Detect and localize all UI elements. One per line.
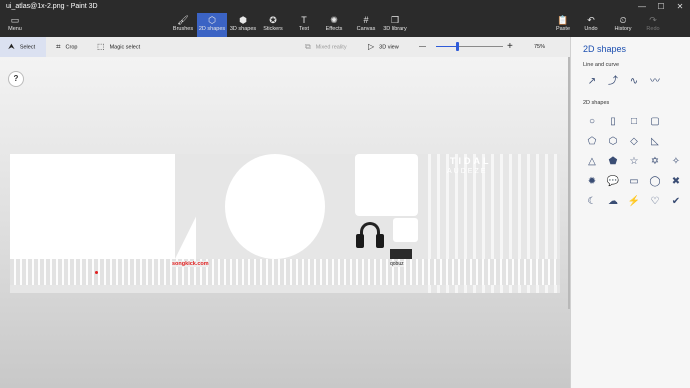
thought-bubble-shape-icon[interactable]: ◯ <box>648 175 662 189</box>
text-icon: T <box>301 15 307 25</box>
circle-shape-icon[interactable]: ○ <box>585 115 599 129</box>
rounded-square-shape-icon[interactable]: ▢ <box>648 115 662 129</box>
right-triangle-shape-icon[interactable]: ◺ <box>648 135 662 149</box>
small-white-square <box>393 218 418 242</box>
headphone-cup-right <box>376 234 384 248</box>
3d-shapes-icon: ⬢ <box>239 15 247 25</box>
square-shape-icon[interactable]: □ <box>627 115 641 129</box>
title-bar: ui_atlas@1x-2.png - Paint 3D — ☐ ✕ <box>0 0 690 13</box>
line-curve-heading: Line and curve <box>583 62 620 68</box>
star-shape-icon[interactable]: ☆ <box>627 155 641 169</box>
callout-shape-icon[interactable]: ▭ <box>627 175 641 189</box>
crop-icon: ⌗ <box>56 42 61 51</box>
tab-text[interactable]: T Text <box>292 13 316 37</box>
headphone-cup-left <box>356 234 364 248</box>
icon-row <box>10 259 560 285</box>
folder-icon: ▭ <box>10 15 20 25</box>
menu-button[interactable]: ▭ Menu <box>4 13 26 37</box>
tab-canvas[interactable]: # Canvas <box>354 13 378 37</box>
lightning-shape-icon[interactable]: ⚡ <box>627 195 641 209</box>
six-point-star-shape-icon[interactable]: ✡ <box>648 155 662 169</box>
magic-select-icon: ⬚ <box>97 42 105 51</box>
history-button[interactable]: ⏲ History <box>612 13 634 37</box>
select-button[interactable]: ⮝ Select <box>0 37 46 57</box>
white-rounded-square <box>355 154 418 216</box>
canvas-icon: # <box>363 15 369 25</box>
zigzag-tool-icon[interactable]: 〰 <box>648 75 662 89</box>
3d-library-icon: ❒ <box>390 15 400 25</box>
audeze-logo: AUDEZE <box>447 168 488 175</box>
shapes-panel: 2D shapes Line and curve ↗ ⤴ ∿ 〰 2D shap… <box>570 37 690 388</box>
3d-view-button[interactable]: ▷ 3D view <box>368 37 399 57</box>
tab-stickers[interactable]: ✪ Stickers <box>260 13 286 37</box>
close-button[interactable]: ✕ <box>671 0 689 13</box>
atlas-image[interactable]: TIDAL AUDEZE songkick.com qobuz <box>10 154 560 293</box>
line-tool-icon[interactable]: ↗ <box>585 75 599 89</box>
triangle-shape-icon[interactable]: △ <box>585 155 599 169</box>
shapes-heading: 2D shapes <box>583 100 610 106</box>
dark-device <box>390 249 412 259</box>
tab-2d-shapes[interactable]: ⬡ 2D shapes <box>197 13 227 37</box>
moon-shape-icon[interactable]: ☾ <box>585 195 599 209</box>
diagonal-cut <box>175 154 227 259</box>
panel-title: 2D shapes <box>583 44 627 54</box>
minimize-button[interactable]: — <box>633 0 651 13</box>
clipboard-icon: 📋 <box>557 15 569 25</box>
paste-button[interactable]: 📋 Paste <box>554 13 572 37</box>
mixed-reality-button[interactable]: ⧉ Mixed reality <box>305 37 347 57</box>
zoom-in-button[interactable]: + <box>507 37 513 57</box>
redo-button[interactable]: ↷ Redo <box>644 13 662 37</box>
songkick-logo: songkick.com <box>172 261 209 267</box>
white-circle <box>225 154 325 259</box>
undo-button[interactable]: ↶ Undo <box>582 13 600 37</box>
stickers-icon: ✪ <box>269 15 277 25</box>
zoom-level: 75% <box>534 44 546 50</box>
four-point-star-shape-icon[interactable]: ✧ <box>669 155 683 169</box>
wave-tool-icon[interactable]: ∿ <box>627 75 641 89</box>
tidal-logo: TIDAL <box>450 156 492 166</box>
undo-icon: ↶ <box>587 15 595 25</box>
zoom-slider-thumb[interactable] <box>456 42 459 51</box>
zoom-out-button[interactable]: — <box>419 37 426 57</box>
tab-3d-library[interactable]: ❒ 3D library <box>380 13 410 37</box>
capsule-shape-icon[interactable]: ▯ <box>606 115 620 129</box>
diamond-shape-icon[interactable]: ◇ <box>627 135 641 149</box>
heart-shape-icon[interactable]: ♡ <box>648 195 662 209</box>
ribbon: ▭ Menu 🖌 Brushes ⬡ 2D shapes ⬢ 3D shapes… <box>0 13 690 37</box>
history-icon: ⏲ <box>619 15 627 25</box>
toolbar: ⮝ Select ⌗ Crop ⬚ Magic select ⧉ Mixed reali… <box>0 37 570 57</box>
zoom-slider-fill <box>436 46 458 47</box>
red-dot <box>95 271 98 274</box>
pentagon-shape-icon[interactable]: ⬠ <box>585 135 599 149</box>
crop-button[interactable]: ⌗ Crop <box>56 37 77 57</box>
tab-3d-shapes[interactable]: ⬢ 3D shapes <box>228 13 258 37</box>
cross-shape-icon[interactable]: ✖ <box>669 175 683 189</box>
tab-brushes[interactable]: 🖌 Brushes <box>170 13 196 37</box>
curve-tool-icon[interactable]: ⤴ <box>606 75 620 89</box>
help-button[interactable]: ? <box>8 71 24 87</box>
white-block <box>10 154 196 259</box>
maximize-button[interactable]: ☐ <box>652 0 670 13</box>
2d-shapes-icon: ⬡ <box>208 15 216 25</box>
redo-icon: ↷ <box>649 15 657 25</box>
burst-shape-icon[interactable]: ✹ <box>585 175 599 189</box>
zoom-slider[interactable] <box>436 46 503 47</box>
speech-bubble-shape-icon[interactable]: 💬 <box>606 175 620 189</box>
brush-icon: 🖌 <box>177 15 189 25</box>
magic-select-button[interactable]: ⬚ Magic select <box>97 37 140 57</box>
3d-view-icon: ▷ <box>368 42 375 51</box>
window-title: ui_atlas@1x-2.png - Paint 3D <box>6 3 98 10</box>
hexagon-shape-icon[interactable]: ⬡ <box>606 135 620 149</box>
tab-effects[interactable]: ✺ Effects <box>322 13 346 37</box>
cursor-icon: ⮝ <box>8 42 15 51</box>
cloud-shape-icon[interactable]: ☁ <box>606 195 620 209</box>
leaf-shape-icon[interactable]: ⬟ <box>606 155 620 169</box>
effects-icon: ✺ <box>330 15 338 25</box>
mixed-reality-icon: ⧉ <box>305 42 311 51</box>
qobuz-logo: qobuz <box>390 261 404 267</box>
checkmark-shape-icon[interactable]: ✔ <box>669 195 683 209</box>
